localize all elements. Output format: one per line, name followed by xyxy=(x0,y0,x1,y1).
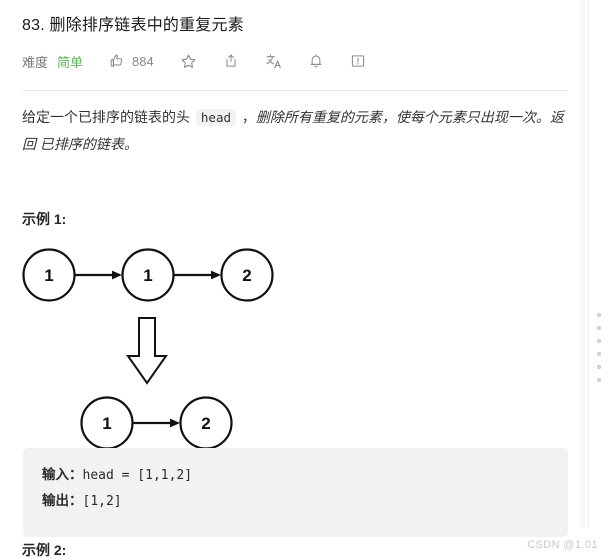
output-key: 输出： xyxy=(42,493,83,508)
svg-text:1: 1 xyxy=(44,266,53,285)
svg-text:1: 1 xyxy=(143,266,152,285)
notification-button[interactable] xyxy=(308,53,324,69)
input-key: 输入： xyxy=(42,467,83,482)
code-line-input: 输入：head = [1,1,2] xyxy=(42,462,568,488)
watermark: CSDN @1.01 xyxy=(527,539,598,551)
page-dot[interactable] xyxy=(597,352,601,356)
problem-meta-row: 难度 简单 884 xyxy=(22,50,392,72)
description-part1: 给定一个已排序的链表的头 xyxy=(22,109,194,125)
input-value: head = [1,1,2] xyxy=(82,468,193,483)
thumbs-up-button[interactable]: 884 xyxy=(109,53,154,69)
page-dots-indicator[interactable] xyxy=(597,313,601,382)
feedback-icon xyxy=(350,53,366,69)
description-part2: ， xyxy=(238,109,256,125)
code-line-output: 输出：[1,2] xyxy=(42,488,568,514)
svg-text:2: 2 xyxy=(201,414,210,433)
page-dot[interactable] xyxy=(597,339,601,343)
page-dot[interactable] xyxy=(597,313,601,317)
page-edge-shadow xyxy=(580,0,585,528)
difficulty-label: 难度 xyxy=(22,54,49,70)
page-dot[interactable] xyxy=(597,326,601,330)
page-dot[interactable] xyxy=(597,365,601,369)
example-2-heading: 示例 2: xyxy=(22,542,67,558)
vote-count: 884 xyxy=(132,53,154,69)
star-icon xyxy=(180,53,197,70)
inline-code-head: head xyxy=(195,109,236,126)
share-icon xyxy=(223,53,239,69)
svg-text:1: 1 xyxy=(102,414,111,433)
transform-arrow-figure xyxy=(118,314,176,388)
page-dot[interactable] xyxy=(597,378,601,382)
difficulty-value: 简单 xyxy=(57,54,84,70)
translate-icon xyxy=(265,53,282,70)
feedback-button[interactable] xyxy=(350,53,366,69)
example-1-heading: 示例 1: xyxy=(22,211,67,227)
problem-description: 给定一个已排序的链表的头 head ，删除所有重复的元素，使每个元素只出现一次。… xyxy=(22,104,570,157)
share-button[interactable] xyxy=(223,53,239,69)
output-value: [1,2] xyxy=(82,494,122,509)
scrollbar-track[interactable] xyxy=(588,0,589,528)
svg-text:2: 2 xyxy=(242,266,251,285)
problem-page: 83. 删除排序链表中的重复元素 难度 简单 884 给定一个已排序的链表的头 … xyxy=(0,0,580,559)
favorite-button[interactable] xyxy=(180,53,197,70)
translate-button[interactable] xyxy=(265,53,282,70)
example-1-code-block: 输入：head = [1,1,2] 输出：[1,2] xyxy=(23,448,568,537)
page-title: 83. 删除排序链表中的重复元素 xyxy=(22,17,244,34)
bell-icon xyxy=(308,53,324,69)
right-rail xyxy=(580,0,608,559)
header-divider xyxy=(22,90,568,91)
thumbs-up-icon xyxy=(109,53,125,69)
linked-list-input-figure: 1 1 2 xyxy=(14,238,304,314)
